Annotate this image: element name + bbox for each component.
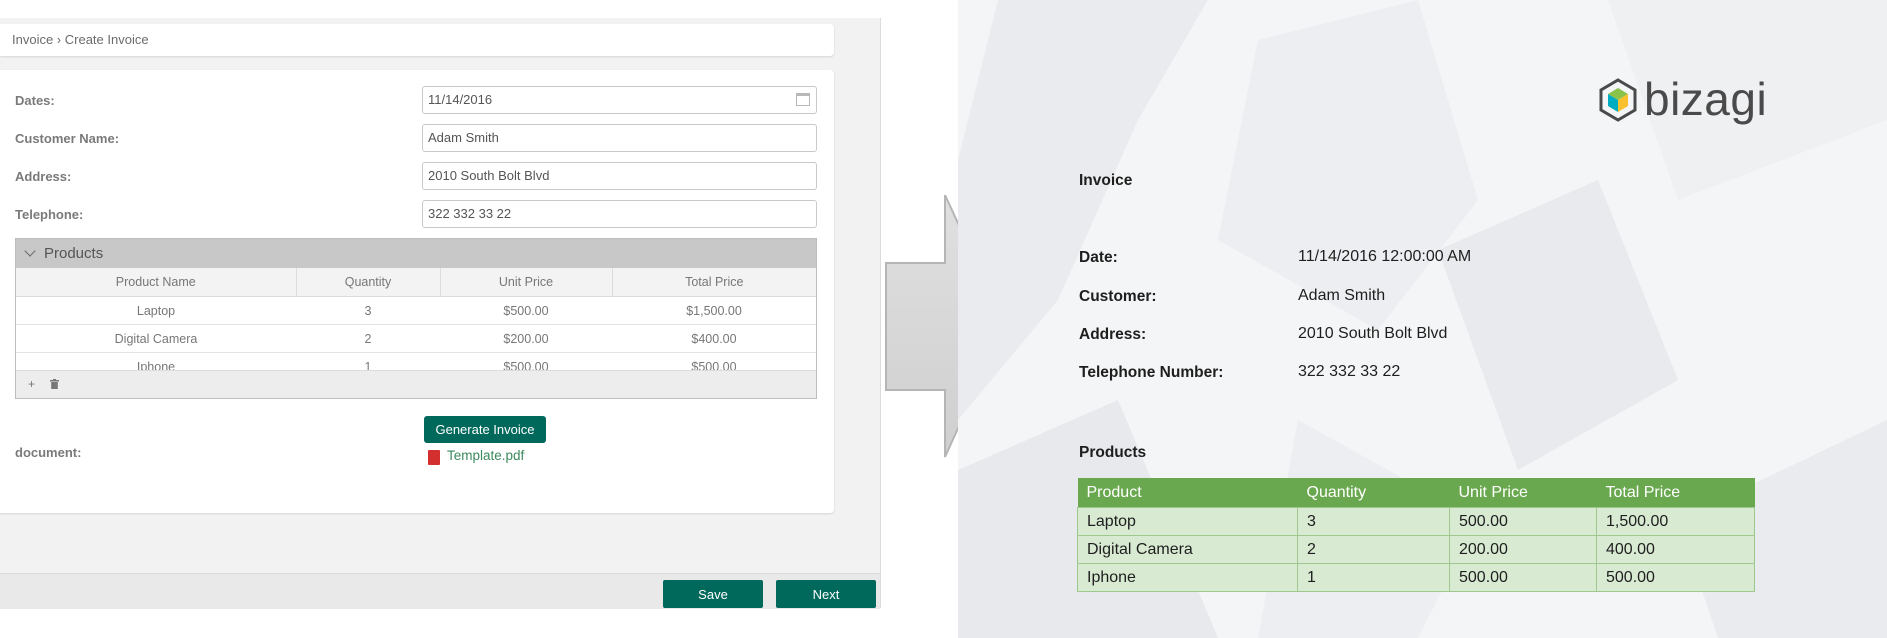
cell-quantity: 2 (1297, 535, 1450, 564)
field-row-dates: Dates: 11/14/2016 (0, 86, 834, 116)
customer-label: Customer: (1079, 288, 1157, 305)
telephone-doc-label: Telephone Number: (1079, 364, 1224, 381)
dates-value: 11/14/2016 (428, 92, 493, 107)
address-doc-label: Address: (1079, 326, 1147, 343)
col-total-price: Total Price (1596, 478, 1755, 508)
pdf-file-icon (428, 450, 440, 465)
table-row: Digital Camera 2 200.00 400.00 (1077, 535, 1755, 564)
cell-unit-price: 500.00 (1449, 563, 1597, 592)
cell-product: Iphone (1077, 563, 1298, 592)
generate-invoice-button[interactable]: Generate Invoice (424, 416, 546, 443)
trash-icon[interactable] (50, 377, 60, 391)
date-value: 11/14/2016 12:00:00 AM (1298, 248, 1472, 265)
col-quantity[interactable]: Quantity (296, 268, 441, 297)
table-row: Iphone 1 500.00 500.00 (1077, 563, 1755, 592)
field-row-customer-name: Customer Name: Adam Smith (0, 124, 834, 154)
dates-label: Dates: (15, 93, 55, 108)
products-grid-header[interactable]: Products (16, 239, 816, 268)
bizagi-logo-icon (1599, 78, 1637, 122)
cell-unit-price: 500.00 (1449, 507, 1597, 536)
cell-total-price: $1,500.00 (612, 296, 816, 325)
address-input[interactable]: 2010 South Bolt Blvd (422, 162, 817, 190)
date-label: Date: (1079, 249, 1118, 266)
cell-product: Digital Camera (1077, 535, 1298, 564)
customer-value: Adam Smith (1298, 287, 1386, 304)
table-row[interactable]: Digital Camera 2 $200.00 $400.00 (16, 324, 816, 353)
invoice-table-header-row: Product Quantity Unit Price Total Price (1077, 478, 1755, 508)
add-row-icon[interactable]: + (28, 377, 35, 391)
products-grid: Products Product Name Quantity Unit Pric… (15, 238, 817, 399)
col-quantity: Quantity (1297, 478, 1450, 508)
chevron-down-icon[interactable] (24, 245, 36, 257)
dates-input[interactable]: 11/14/2016 (422, 86, 817, 114)
save-button[interactable]: Save (663, 580, 763, 608)
table-row[interactable]: Laptop 3 $500.00 $1,500.00 (16, 296, 816, 325)
col-product: Product (1077, 478, 1298, 508)
col-total-price[interactable]: Total Price (612, 268, 816, 297)
telephone-label: Telephone: (15, 207, 84, 222)
cell-quantity: 2 (296, 324, 440, 353)
document-file-link[interactable]: Template.pdf (447, 448, 524, 463)
products-grid-title: Products (44, 245, 104, 262)
products-table: Product Name Quantity Unit Price Total P… (16, 268, 816, 381)
cell-product: Laptop (16, 296, 296, 325)
cell-unit-price: $200.00 (440, 324, 612, 353)
field-row-address: Address: 2010 South Bolt Blvd (0, 162, 834, 192)
cell-total-price: 1,500.00 (1596, 507, 1755, 536)
cell-product: Laptop (1077, 507, 1298, 536)
products-doc-title: Products (1079, 444, 1147, 461)
next-button[interactable]: Next (776, 580, 876, 608)
table-row: Laptop 3 500.00 1,500.00 (1077, 507, 1755, 536)
cell-unit-price: $500.00 (440, 296, 612, 325)
cell-quantity: 3 (1297, 507, 1450, 536)
cell-total-price: 400.00 (1596, 535, 1755, 564)
breadcrumb[interactable]: Invoice › Create Invoice (0, 24, 834, 56)
col-unit-price: Unit Price (1449, 478, 1597, 508)
invoice-products-table: Product Quantity Unit Price Total Price … (1077, 478, 1755, 592)
address-doc-value: 2010 South Bolt Blvd (1298, 325, 1448, 342)
doc-title: Invoice (1079, 172, 1133, 189)
col-unit-price[interactable]: Unit Price (440, 268, 613, 297)
bizagi-logo-text: bizagi (1644, 73, 1768, 125)
products-table-header-row: Product Name Quantity Unit Price Total P… (16, 268, 816, 297)
calendar-icon[interactable] (796, 93, 810, 106)
cell-product: Digital Camera (16, 324, 296, 353)
invoice-form-app: Invoice › Create Invoice Dates: 11/14/20… (0, 18, 881, 609)
field-row-telephone: Telephone: 322 332 33 22 (0, 200, 834, 230)
cell-unit-price: 200.00 (1449, 535, 1597, 564)
bottom-action-bar: Save Next (0, 573, 880, 609)
address-label: Address: (15, 169, 72, 184)
cell-quantity: 3 (296, 296, 440, 325)
document-label: document: (15, 445, 82, 460)
invoice-form-card: Dates: 11/14/2016 Customer Name: Adam Sm… (0, 70, 834, 513)
products-grid-footer: + (16, 370, 816, 398)
customer-name-label: Customer Name: (15, 131, 120, 146)
col-product-name[interactable]: Product Name (16, 268, 297, 297)
cell-total-price: $400.00 (612, 324, 816, 353)
cell-quantity: 1 (1297, 563, 1450, 592)
telephone-doc-value: 322 332 33 22 (1298, 363, 1401, 380)
telephone-input[interactable]: 322 332 33 22 (422, 200, 817, 228)
cell-total-price: 500.00 (1596, 563, 1755, 592)
customer-name-input[interactable]: Adam Smith (422, 124, 817, 152)
